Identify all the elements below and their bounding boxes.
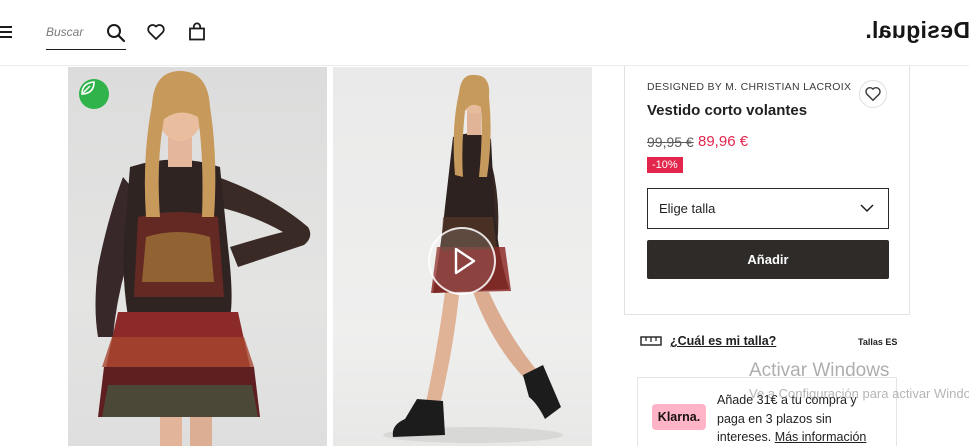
product-photo-video[interactable] [333,67,592,446]
search-icon[interactable] [106,23,126,43]
klarna-logo: Klarna. [652,404,706,430]
play-icon [454,247,476,275]
hamburger-menu-icon[interactable] [0,26,14,38]
sale-price: 89,96 € [698,133,749,150]
heart-icon [865,86,881,102]
product-info-panel: DESIGNED BY M. CHRISTIAN LACROIX Vestido… [624,66,910,315]
search-bar[interactable] [46,20,126,50]
product-photo-front[interactable] [68,67,327,446]
add-to-wishlist-button[interactable] [859,80,887,108]
shopping-bag-icon[interactable] [187,22,207,42]
klarna-more-info-link[interactable]: Más información [775,430,867,444]
leaf-icon [81,81,95,95]
product-title: Vestido corto volantes [647,102,808,119]
klarna-financing-box: Klarna. Añade 31€ a tu compra y paga en … [637,377,897,446]
klarna-message: Añade 31€ a tu compra y paga en 3 plazos… [717,391,887,446]
size-guide-row: ¿Cuál es mi talla? Tallas ES [640,333,898,353]
size-select[interactable]: Elige talla [647,188,889,229]
discount-badge: -10% [647,157,683,173]
heart-icon[interactable] [146,22,166,42]
site-header: Desigual. [0,0,969,66]
video-play-button[interactable] [428,227,496,295]
ruler-icon [640,336,662,346]
product-designer: DESIGNED BY M. CHRISTIAN LACROIX [647,81,852,93]
chevron-down-icon [860,204,874,213]
size-select-label: Elige talla [659,201,716,216]
add-to-cart-button[interactable]: Añadir [647,240,889,279]
original-price: 99,95 € [647,134,694,150]
eco-badge[interactable] [79,79,109,109]
brand-logo[interactable]: Desigual. [860,17,969,47]
size-region-label: Tallas ES [858,337,898,347]
size-guide-link[interactable]: ¿Cuál es mi talla? [670,334,776,348]
search-input[interactable] [46,20,102,44]
model-front-illustration [95,71,311,446]
